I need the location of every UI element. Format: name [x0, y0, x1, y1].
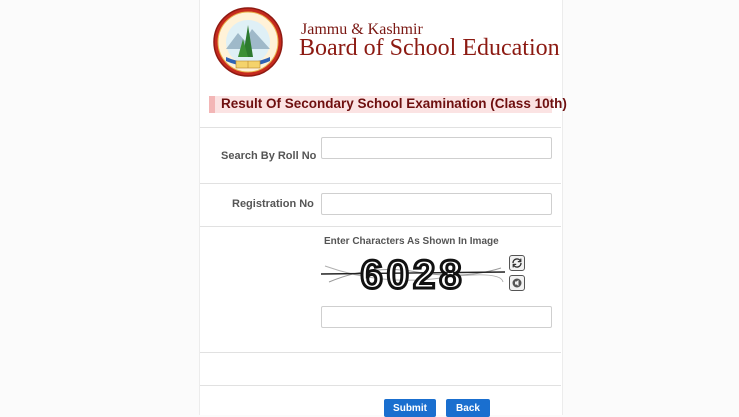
- roll-no-label: Search By Roll No: [221, 150, 317, 162]
- back-button[interactable]: Back: [446, 399, 490, 417]
- roll-no-input[interactable]: [321, 137, 552, 159]
- divider: [200, 385, 561, 386]
- captcha-image: 6028: [321, 252, 505, 294]
- registration-no-label: Registration No: [232, 198, 314, 210]
- submit-button[interactable]: Submit: [384, 399, 436, 417]
- registration-no-input[interactable]: [321, 193, 552, 215]
- refresh-icon[interactable]: [509, 255, 525, 271]
- divider: [200, 127, 561, 128]
- divider: [200, 183, 561, 184]
- jkbose-seal-logo: [213, 7, 283, 77]
- audio-icon[interactable]: [509, 275, 525, 291]
- captcha-text: 6028: [361, 253, 466, 294]
- org-name: Board of School Education: [299, 35, 560, 61]
- captcha-input[interactable]: [321, 306, 552, 328]
- captcha-instruction: Enter Characters As Shown In Image: [324, 236, 499, 247]
- divider: [200, 226, 561, 227]
- form-title: Result Of Secondary School Examination (…: [221, 96, 567, 111]
- divider: [200, 352, 561, 353]
